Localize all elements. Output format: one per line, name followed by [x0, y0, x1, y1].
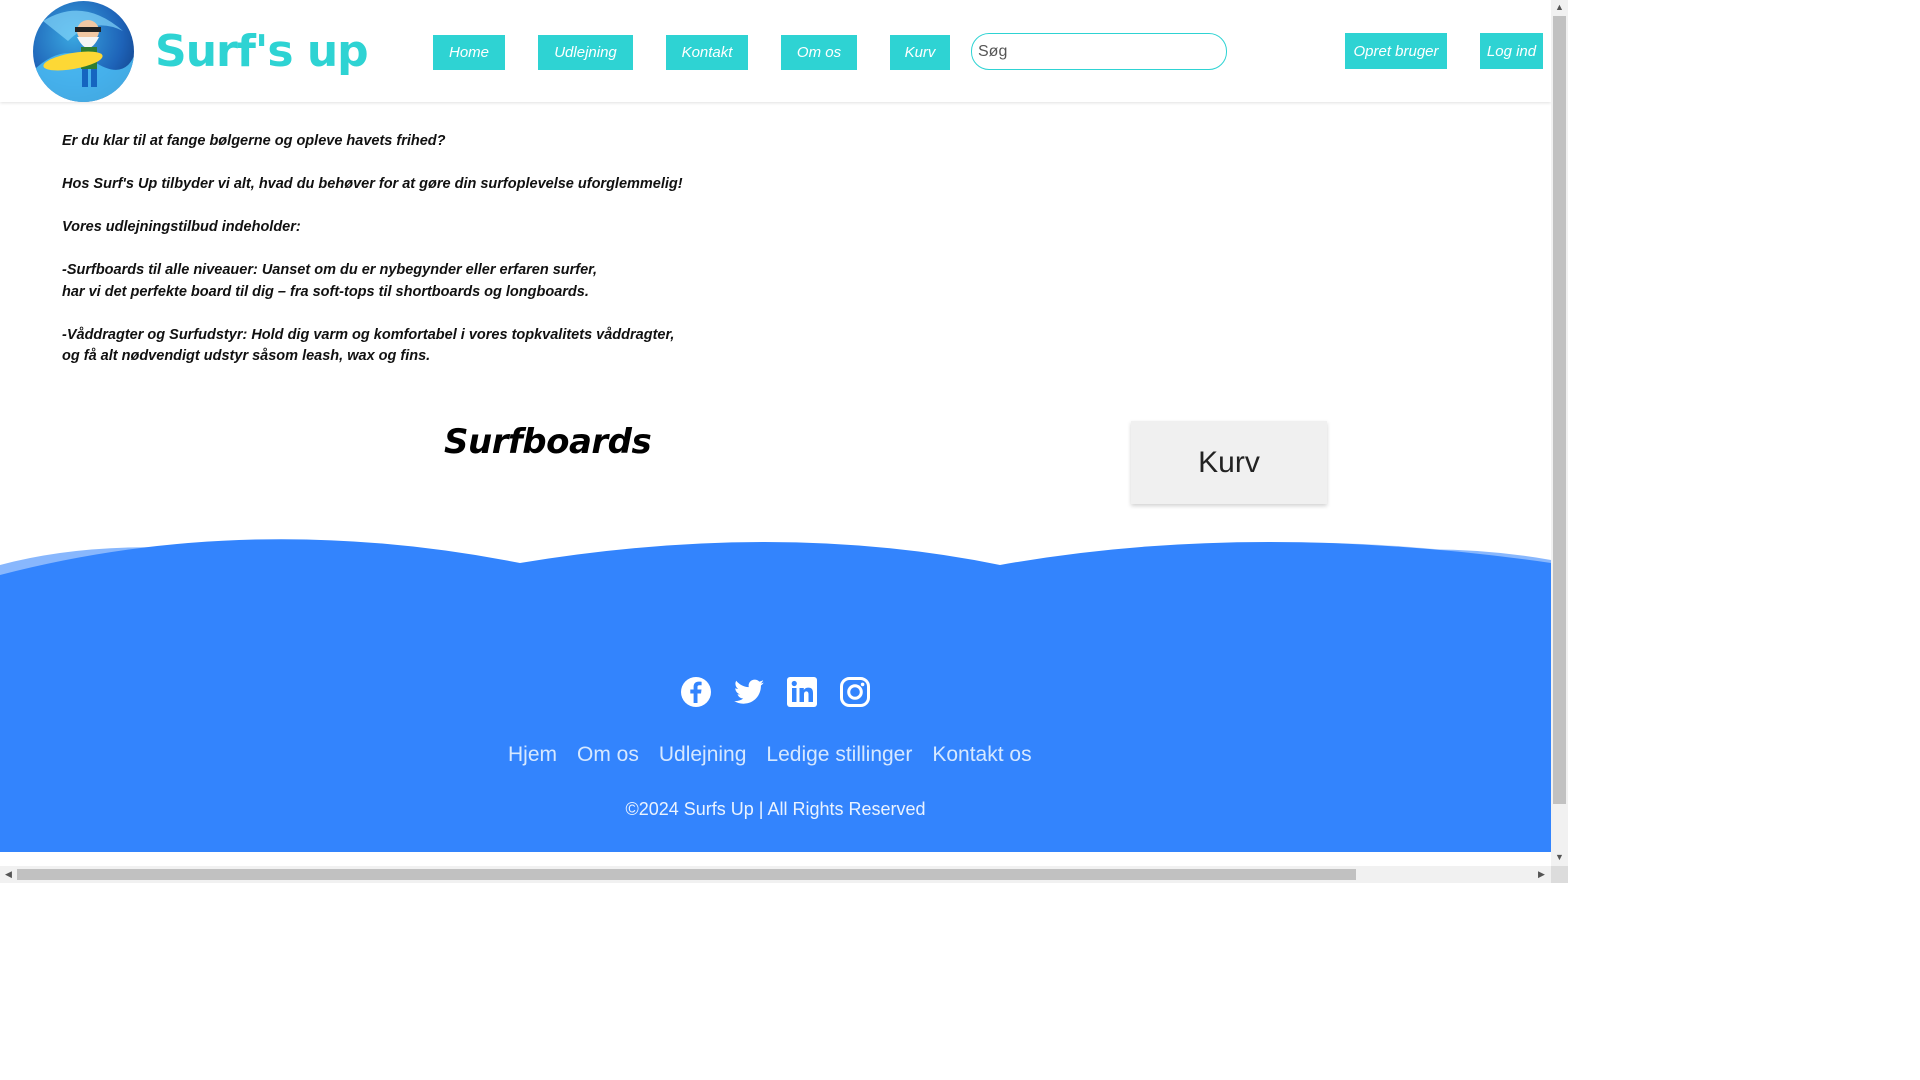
intro-line: Vores udlejningstilbud indeholder: — [62, 219, 301, 235]
nav-kontakt-button[interactable]: Kontakt — [666, 35, 748, 70]
logo-image[interactable] — [33, 1, 134, 102]
create-user-button[interactable]: Opret bruger — [1345, 33, 1447, 69]
twitter-icon[interactable] — [733, 676, 765, 708]
nav-udlejning-button[interactable]: Udlejning — [538, 35, 633, 70]
vertical-scroll-thumb[interactable] — [1553, 16, 1566, 804]
scroll-left-arrow-icon[interactable]: ◀ — [5, 870, 12, 879]
footer-link-om-os[interactable]: Om os — [577, 743, 639, 767]
copyright-text: ©2024 Surfs Up | All Rights Reserved — [625, 799, 926, 819]
scroll-right-arrow-icon[interactable]: ▶ — [1538, 870, 1545, 879]
intro-line: Er du klar til at fange bølgerne og ople… — [62, 133, 446, 149]
intro-line: Hos Surf's Up tilbyder vi alt, hvad du b… — [62, 176, 683, 192]
linkedin-icon[interactable] — [786, 676, 818, 708]
intro-line: har vi det perfekte board til dig – fra … — [62, 283, 589, 300]
intro-text: Er du klar til at fange bølgerne og ople… — [62, 131, 762, 389]
scroll-up-arrow-icon[interactable]: ▲ — [1555, 3, 1564, 12]
vertical-scrollbar[interactable]: ▲ ▼ — [1551, 0, 1568, 866]
facebook-icon[interactable] — [680, 676, 712, 708]
instagram-icon[interactable] — [839, 676, 871, 708]
brand-name: Surf's up — [155, 26, 369, 77]
search-input[interactable] — [971, 33, 1227, 70]
nav-om-os-button[interactable]: Om os — [781, 35, 857, 70]
scroll-down-arrow-icon[interactable]: ▼ — [1555, 853, 1564, 862]
login-button[interactable]: Log ind — [1480, 33, 1543, 69]
footer-links: Hjem Om os Udlejning Ledige stillinger K… — [508, 743, 1032, 767]
horizontal-scrollbar[interactable]: ◀ ▶ — [0, 866, 1551, 883]
site-header: Surf's up Home Udlejning Kontakt Om os K… — [0, 0, 1551, 102]
nav-kurv-button[interactable]: Kurv — [890, 35, 950, 70]
intro-surfboards-paragraph: -Surfboards til alle niveauer: Uanset om… — [62, 260, 762, 303]
cart-box[interactable]: Kurv — [1131, 421, 1327, 504]
footer-link-ledige-stillinger[interactable]: Ledige stillinger — [766, 743, 912, 767]
nav-home-button[interactable]: Home — [433, 35, 505, 70]
intro-line: -Surfboards til alle niveauer: Uanset om… — [62, 262, 598, 278]
footer-link-udlejning[interactable]: Udlejning — [659, 743, 747, 767]
footer-link-kontakt-os[interactable]: Kontakt os — [932, 743, 1031, 767]
social-links — [680, 676, 871, 708]
footer-link-hjem[interactable]: Hjem — [508, 743, 557, 767]
surfboards-heading: Surfboards — [444, 422, 652, 462]
intro-wetsuits-paragraph: -Våddragter og Surfudstyr: Hold dig varm… — [62, 325, 762, 368]
intro-line: og få alt nødvendigt udstyr såsom leash,… — [62, 348, 431, 364]
scrollbar-corner — [1551, 866, 1568, 883]
horizontal-scroll-thumb[interactable] — [17, 869, 1356, 880]
intro-line: -Våddragter og Surfudstyr: Hold dig varm… — [62, 326, 675, 343]
